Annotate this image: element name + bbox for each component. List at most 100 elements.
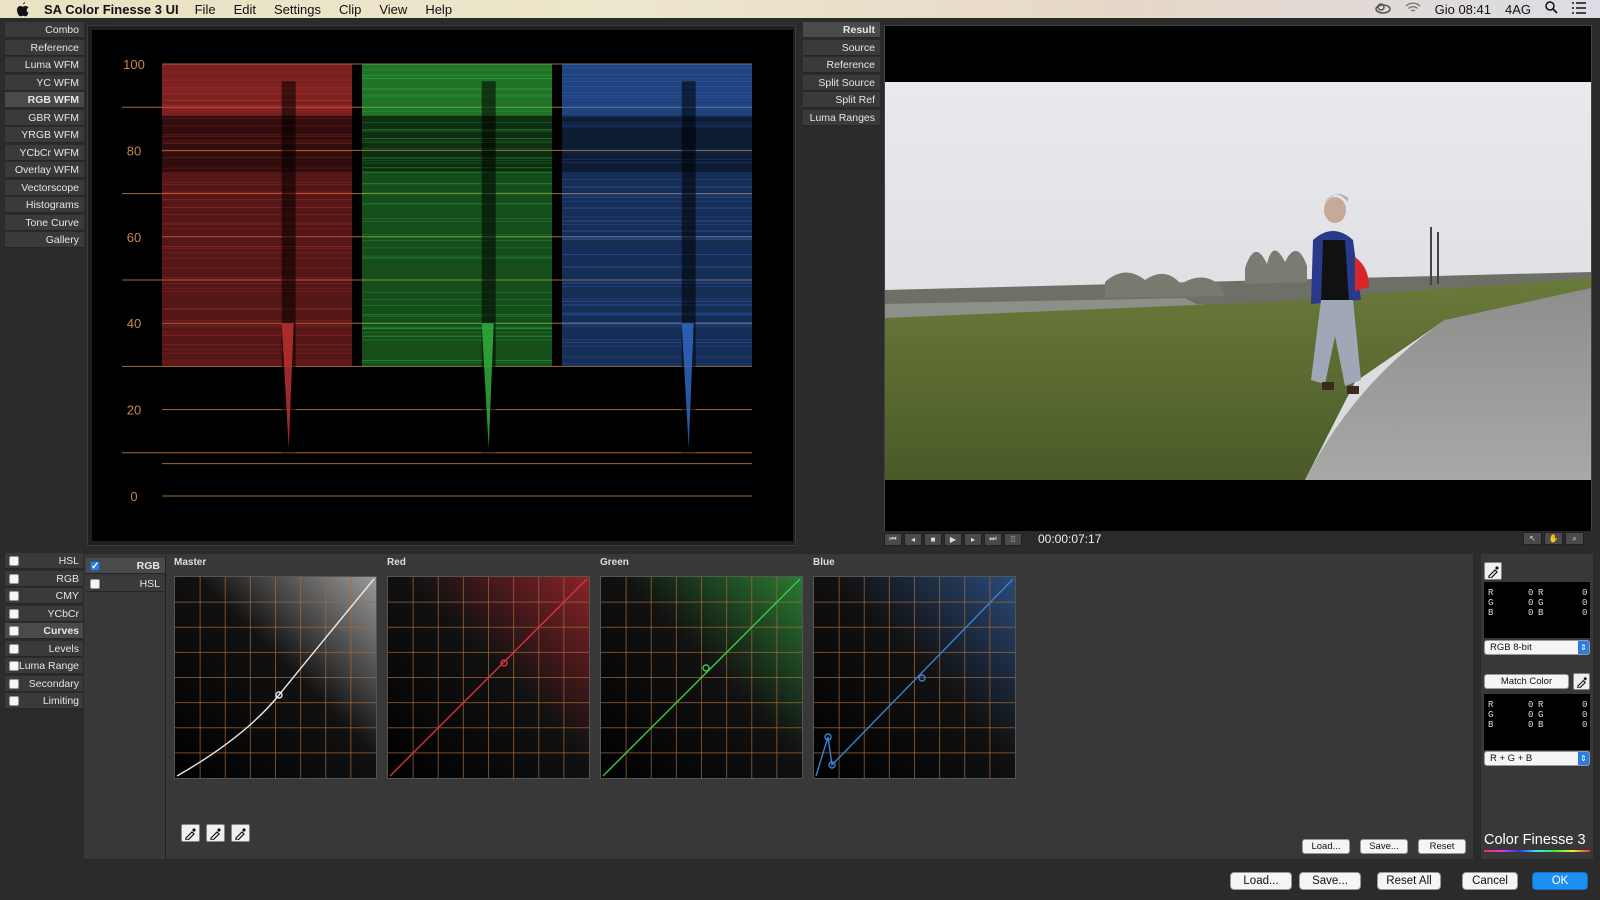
correction-rgb[interactable]: RGB (5, 571, 84, 587)
go-start-icon[interactable]: ⏮ (884, 533, 902, 546)
eyedropper-gray-icon[interactable] (206, 824, 225, 842)
menu-clip[interactable]: Clip (339, 2, 361, 17)
green-curve-editor[interactable] (600, 576, 803, 779)
scope-tab-luma-wfm[interactable]: Luma WFM (5, 57, 84, 73)
menu-help[interactable]: Help (425, 2, 452, 17)
scope-tab-tone-curve[interactable]: Tone Curve (5, 215, 84, 231)
scope-tab-vectorscope[interactable]: Vectorscope (5, 180, 84, 196)
channel-label: G (1488, 598, 1493, 608)
step-back-icon[interactable]: ◂ (904, 533, 922, 546)
clock-text[interactable]: Gio 08:41 (1435, 2, 1491, 17)
curves-reset-button[interactable]: Reset (1418, 839, 1466, 854)
checkbox[interactable] (9, 644, 19, 654)
match-readout: R0R0G0G0B0B0 (1484, 694, 1590, 750)
channel-value: 0 (1582, 598, 1587, 608)
correction-secondary[interactable]: Secondary (5, 676, 84, 692)
go-end-icon[interactable]: ⏭ (984, 533, 1002, 546)
scope-tab-yc-wfm[interactable]: YC WFM (5, 75, 84, 91)
checkbox[interactable] (9, 591, 19, 601)
eyedropper-black-icon[interactable] (181, 824, 200, 842)
correction-limiting[interactable]: Limiting (5, 693, 84, 709)
scope-tab-gbr-wfm[interactable]: GBR WFM (5, 110, 84, 126)
pointer-icon[interactable]: ↖ (1523, 532, 1542, 545)
correction-hsl[interactable]: HSL (5, 553, 84, 569)
spotlight-icon[interactable] (1545, 1, 1558, 17)
match-color-button[interactable]: Match Color (1484, 674, 1569, 689)
view-tab-reference[interactable]: Reference (803, 57, 880, 73)
correction-label: RGB (56, 571, 79, 587)
checkbox[interactable] (9, 661, 19, 671)
step-forward-icon[interactable]: ▸ (964, 533, 982, 546)
curve-canvas[interactable] (601, 577, 802, 778)
curve-mode-rgb[interactable]: RGB (86, 558, 165, 574)
checkbox[interactable] (9, 679, 19, 689)
curves-save-button[interactable]: Save... (1360, 839, 1408, 854)
view-tab-result[interactable]: Result (803, 22, 880, 38)
creative-cloud-icon[interactable] (1375, 2, 1391, 17)
tab-label: YRGB WFM (21, 129, 79, 141)
match-channels-select[interactable]: R + G + B ⇕ (1484, 751, 1590, 766)
cancel-button[interactable]: Cancel (1462, 872, 1518, 890)
notification-center-icon[interactable] (1572, 2, 1586, 17)
checkbox[interactable] (9, 574, 19, 584)
curve-canvas[interactable] (814, 577, 1015, 778)
menu-settings[interactable]: Settings (274, 2, 321, 17)
channel-value: 0 (1528, 608, 1533, 618)
scope-tab-overlay-wfm[interactable]: Overlay WFM (5, 162, 84, 178)
result-viewer[interactable] (884, 25, 1592, 534)
checkbox[interactable] (90, 561, 100, 571)
save-button[interactable]: Save... (1299, 872, 1361, 890)
sample-readout: R0R0G0G0B0B0 (1484, 582, 1590, 638)
checkbox[interactable] (9, 556, 19, 566)
curve-canvas[interactable] (175, 577, 376, 778)
master-curve-editor[interactable] (174, 576, 377, 779)
color-format-select[interactable]: RGB 8-bit ⇕ (1484, 640, 1590, 655)
scope-tab-ycbcr-wfm[interactable]: YCbCr WFM (5, 145, 84, 161)
hand-icon[interactable]: ✋ (1544, 532, 1563, 545)
correction-curves[interactable]: Curves (5, 623, 84, 639)
scope-tab-yrgb-wfm[interactable]: YRGB WFM (5, 127, 84, 143)
view-tab-luma-ranges[interactable]: Luma Ranges (803, 110, 880, 126)
ok-button[interactable]: OK (1532, 872, 1588, 890)
scope-tab-rgb-wfm[interactable]: RGB WFM (5, 92, 84, 108)
curve-mode-hsl[interactable]: HSL (86, 576, 165, 592)
play-icon[interactable]: ▶ (944, 533, 962, 546)
apple-icon[interactable] (14, 1, 30, 17)
correction-luma-range[interactable]: Luma Range (5, 658, 84, 674)
match-eyedropper-icon[interactable] (1573, 673, 1590, 690)
checkbox[interactable] (9, 626, 19, 636)
correction-cmy[interactable]: CMY (5, 588, 84, 604)
tab-label: Overlay WFM (15, 164, 79, 176)
view-tab-source[interactable]: Source (803, 40, 880, 56)
wifi-icon[interactable] (1405, 2, 1421, 17)
checkbox[interactable] (9, 609, 19, 619)
checkbox[interactable] (9, 696, 19, 706)
scope-tab-gallery[interactable]: Gallery (5, 232, 84, 248)
eyedropper-white-icon[interactable] (231, 824, 250, 842)
view-tab-split-source[interactable]: Split Source (803, 75, 880, 91)
menu-edit[interactable]: Edit (234, 2, 256, 17)
channel-label: B (1538, 720, 1543, 730)
curves-load-button[interactable]: Load... (1302, 839, 1350, 854)
load-button[interactable]: Load... (1230, 872, 1292, 890)
zoom-icon[interactable]: ⌕ (1565, 532, 1584, 545)
correction-ycbcr[interactable]: YCbCr (5, 606, 84, 622)
scope-tab-combo[interactable]: Combo (5, 22, 84, 38)
loop-icon[interactable]: ⁞⁞ (1004, 533, 1022, 546)
app-name[interactable]: SA Color Finesse 3 UI (44, 2, 179, 17)
blue-curve-editor[interactable] (813, 576, 1016, 779)
red-curve-editor[interactable] (387, 576, 590, 779)
curve-canvas[interactable] (388, 577, 589, 778)
reset-all-button[interactable]: Reset All (1377, 872, 1441, 890)
scope-tab-reference[interactable]: Reference (5, 40, 84, 56)
waveform-tick-label: 40 (127, 316, 141, 331)
menu-file[interactable]: File (195, 2, 216, 17)
user-text[interactable]: 4AG (1505, 2, 1531, 17)
stop-icon[interactable]: ■ (924, 533, 942, 546)
view-tab-split-ref[interactable]: Split Ref (803, 92, 880, 108)
scope-tab-histograms[interactable]: Histograms (5, 197, 84, 213)
menu-view[interactable]: View (379, 2, 407, 17)
correction-levels[interactable]: Levels (5, 641, 84, 657)
sample-eyedropper-icon[interactable] (1484, 562, 1502, 580)
checkbox[interactable] (90, 579, 100, 589)
